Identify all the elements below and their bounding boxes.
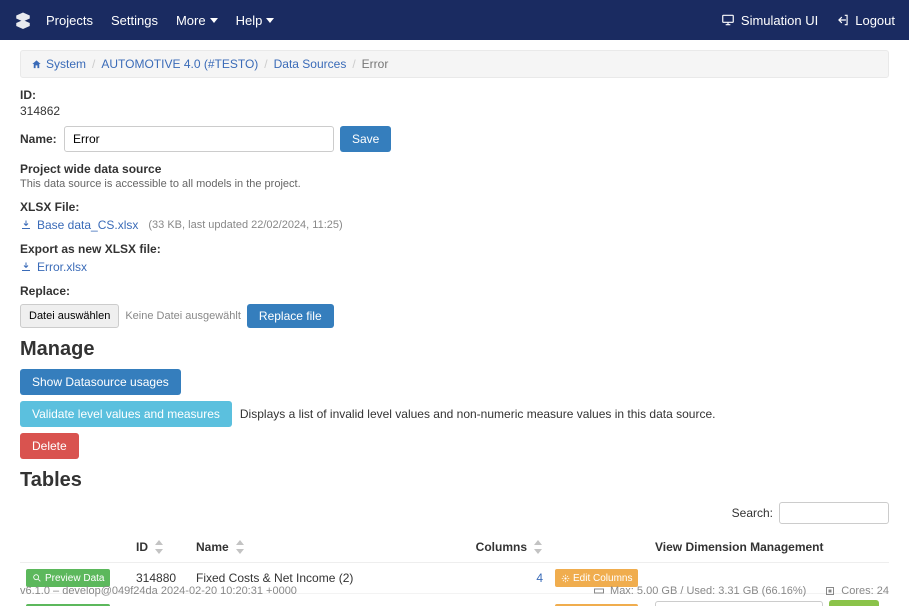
nav-help[interactable]: Help (236, 13, 275, 28)
footer: v6.1.0 – develop@049f24da 2024-02-20 10:… (0, 576, 909, 606)
cpu-icon (824, 585, 836, 597)
tables-heading: Tables (20, 469, 889, 492)
footer-memory-text: Max: 5.00 GB / Used: 3.31 GB (66.16%) (610, 585, 806, 597)
sort-icon (154, 540, 164, 554)
validate-description: Displays a list of invalid level values … (240, 407, 716, 421)
footer-cores: Cores: 24 (824, 585, 889, 597)
col-id-label: ID (136, 540, 148, 554)
nav-projects[interactable]: Projects (46, 13, 93, 28)
col-id[interactable]: ID (130, 534, 190, 563)
id-label: ID: (20, 88, 889, 102)
memory-icon (593, 585, 605, 597)
xlsx-file-download-link[interactable]: Base data_CS.xlsx (20, 218, 138, 232)
show-datasource-usages-button[interactable]: Show Datasource usages (20, 369, 181, 395)
save-button[interactable]: Save (340, 126, 391, 152)
breadcrumb-sep: / (352, 57, 355, 71)
footer-memory: Max: 5.00 GB / Used: 3.31 GB (66.16%) (593, 585, 806, 597)
project-wide-title: Project wide data source (20, 162, 889, 176)
nav-more-label: More (176, 13, 206, 28)
search-input[interactable] (779, 502, 889, 524)
brand-logo-icon[interactable] (14, 11, 32, 29)
col-view-dimension: View Dimension Management (649, 534, 889, 563)
breadcrumb-current: Error (362, 57, 389, 71)
export-label: Export as new XLSX file: (20, 242, 889, 256)
name-label: Name: (20, 132, 58, 146)
col-preview (20, 534, 130, 563)
breadcrumb-system[interactable]: System (31, 57, 86, 71)
sort-icon (533, 540, 543, 554)
replace-file-button[interactable]: Replace file (247, 304, 334, 328)
project-wide-desc: This data source is accessible to all mo… (20, 178, 889, 190)
monitor-icon (721, 13, 735, 27)
col-columns[interactable]: Columns (470, 534, 549, 563)
breadcrumb-project[interactable]: AUTOMOTIVE 4.0 (#TESTO) (101, 57, 258, 71)
export-file-name: Error.xlsx (37, 260, 87, 274)
home-icon (31, 59, 42, 70)
replace-label: Replace: (20, 284, 889, 298)
nav-help-label: Help (236, 13, 263, 28)
choose-file-button[interactable]: Datei auswählen (20, 304, 119, 328)
col-edit (549, 534, 649, 563)
col-columns-label: Columns (476, 540, 527, 554)
validate-button[interactable]: Validate level values and measures (20, 401, 232, 427)
breadcrumb: System / AUTOMOTIVE 4.0 (#TESTO) / Data … (20, 50, 889, 78)
manage-heading: Manage (20, 338, 889, 361)
search-label: Search: (732, 506, 773, 520)
name-input[interactable] (64, 126, 334, 152)
col-name[interactable]: Name (190, 534, 470, 563)
breadcrumb-data-sources[interactable]: Data Sources (274, 57, 347, 71)
logout-label: Logout (855, 13, 895, 28)
simulation-ui-link[interactable]: Simulation UI (721, 13, 818, 28)
id-value: 314862 (20, 104, 889, 118)
navbar: Projects Settings More Help Simulation U… (0, 0, 909, 40)
breadcrumb-sep: / (92, 57, 95, 71)
download-icon (20, 261, 32, 273)
nav-more[interactable]: More (176, 13, 218, 28)
xlsx-file-meta: (33 KB, last updated 22/02/2024, 11:25) (148, 219, 342, 231)
footer-cores-text: Cores: 24 (841, 585, 889, 597)
download-icon (20, 219, 32, 231)
simulation-ui-label: Simulation UI (741, 13, 818, 28)
caret-down-icon (266, 18, 274, 23)
breadcrumb-system-label: System (46, 57, 86, 71)
nav-settings[interactable]: Settings (111, 13, 158, 28)
no-file-selected-text: Keine Datei ausgewählt (125, 310, 241, 322)
logout-icon (836, 13, 850, 27)
logout-link[interactable]: Logout (836, 13, 895, 28)
footer-version: v6.1.0 – develop@049f24da 2024-02-20 10:… (20, 585, 297, 597)
xlsx-file-label: XLSX File: (20, 200, 889, 214)
xlsx-file-name: Base data_CS.xlsx (37, 218, 138, 232)
delete-button[interactable]: Delete (20, 433, 79, 459)
export-file-link[interactable]: Error.xlsx (20, 260, 87, 274)
caret-down-icon (210, 18, 218, 23)
col-name-label: Name (196, 540, 229, 554)
sort-icon (235, 540, 245, 554)
breadcrumb-sep: / (264, 57, 267, 71)
